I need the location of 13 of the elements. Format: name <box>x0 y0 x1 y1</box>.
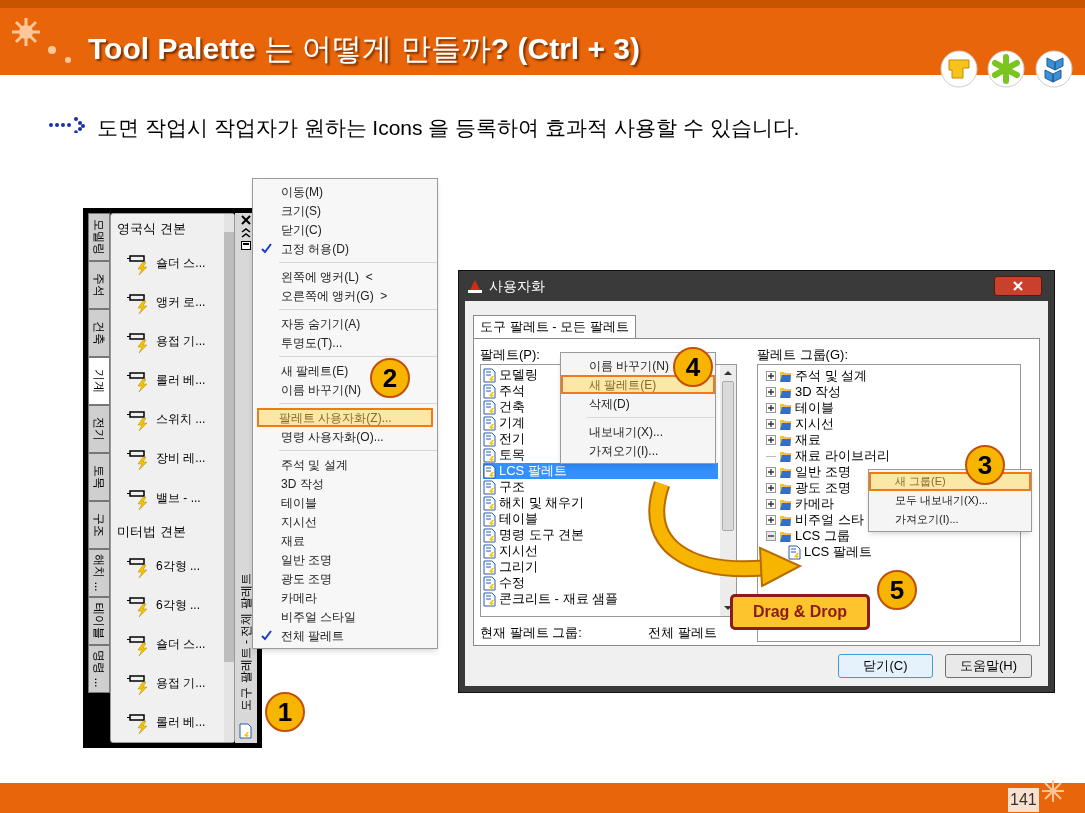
palettes-label: 팔레트(P): <box>480 347 541 363</box>
step-number: 1 <box>265 692 305 732</box>
slide-title: Tool Palette 는 어떻게 만들까? (Ctrl + 3) <box>88 31 640 67</box>
groups-label: 팔레트 그룹(G): <box>757 347 849 363</box>
dialog-title: 사용자화 <box>489 276 545 296</box>
current-group-value: 전체 팔레트 <box>648 624 717 642</box>
palette-title: 도구 팔레트 - 전체 팔레트 <box>238 573 254 711</box>
drag-drop-label: Drag & Drop <box>730 594 870 630</box>
current-group-label: 현재 팔레트 그룹: <box>480 624 583 642</box>
section-title: 미터법 견본 <box>116 523 187 541</box>
intro-text: 도면 작업시 작업자가 원하는 Icons 을 등록하여 효과적 사용할 수 있습니다. <box>97 115 800 141</box>
section-title: 영국식 견본 <box>116 219 187 238</box>
page-number: 141 <box>1008 788 1039 812</box>
